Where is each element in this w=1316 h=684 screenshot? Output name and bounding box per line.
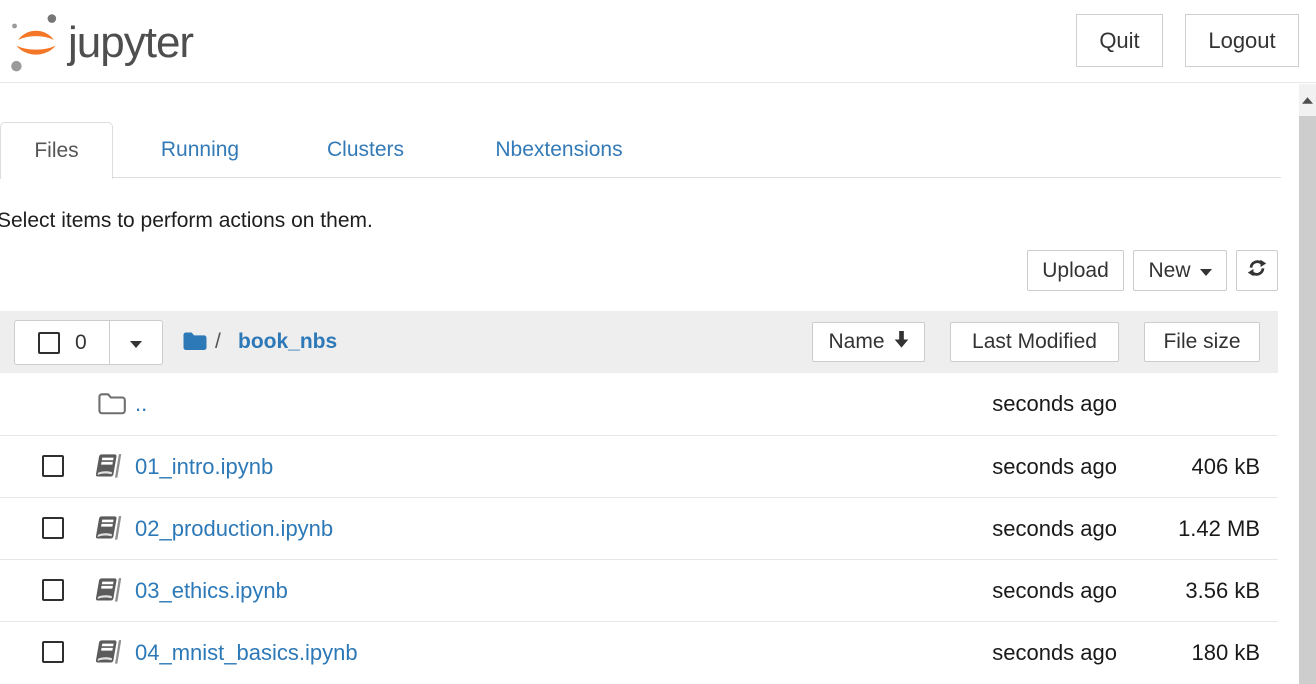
breadcrumb-separator: / [215, 311, 221, 373]
row-last-modified: seconds ago [877, 498, 1117, 560]
row-name-link[interactable]: 01_intro.ipynb [135, 436, 273, 498]
file-list-row: 03_ethics.ipynb seconds ago 3.56 kB [0, 559, 1278, 621]
file-list: .. seconds ago 01_intro.ipynb sec [0, 373, 1278, 683]
logo-wordmark: jupyter [68, 8, 193, 78]
jupyter-logo-icon [8, 4, 64, 81]
sort-name-label: Name [828, 330, 884, 354]
new-dropdown-label: New [1148, 259, 1190, 283]
row-name-link[interactable]: 02_production.ipynb [135, 498, 333, 560]
row-name-link[interactable]: 03_ethics.ipynb [135, 560, 288, 622]
row-name-link[interactable]: .. [135, 373, 147, 435]
scroll-up-button[interactable] [1299, 84, 1316, 116]
tab-files[interactable]: Files [0, 122, 113, 179]
file-list-row: .. seconds ago [0, 373, 1278, 435]
refresh-button[interactable] [1236, 250, 1278, 291]
select-all-checkbox[interactable] [38, 332, 60, 354]
row-file-size: 3.56 kB [1130, 560, 1260, 622]
navbar: jupyter Quit Logout [0, 0, 1316, 83]
upload-button[interactable]: Upload [1027, 250, 1124, 291]
row-last-modified: seconds ago [877, 436, 1117, 498]
tab-clusters[interactable]: Clusters [303, 122, 428, 178]
breadcrumb-root-folder-icon[interactable] [182, 331, 208, 357]
file-list-row: 04_mnist_basics.ipynb seconds ago 180 kB [0, 621, 1278, 683]
selected-count: 0 [75, 331, 87, 355]
notebook-icon [94, 515, 122, 546]
sort-by-last-modified-button[interactable]: Last Modified [950, 322, 1119, 362]
notebook-icon [94, 639, 122, 670]
row-name-link[interactable]: 04_mnist_basics.ipynb [135, 622, 358, 684]
row-file-size: 1.42 MB [1130, 498, 1260, 560]
caret-down-icon [130, 341, 142, 348]
chevron-up-icon [1302, 91, 1313, 109]
row-checkbox[interactable] [42, 455, 64, 477]
notebook-icon [94, 453, 122, 484]
vertical-scrollbar[interactable] [1299, 84, 1316, 684]
row-checkbox[interactable] [42, 579, 64, 601]
jupyter-file-browser: jupyter Quit Logout Files Running Cluste… [0, 0, 1316, 684]
row-file-size: 406 kB [1130, 436, 1260, 498]
row-last-modified: seconds ago [877, 622, 1117, 684]
file-list-row: 02_production.ipynb seconds ago 1.42 MB [0, 497, 1278, 559]
sort-by-file-size-button[interactable]: File size [1144, 322, 1260, 362]
tab-bar: Files Running Clusters Nbextensions [0, 122, 1281, 178]
breadcrumb-current-folder[interactable]: book_nbs [238, 311, 337, 373]
notebook-icon [94, 577, 122, 608]
logout-button[interactable]: Logout [1185, 14, 1299, 67]
refresh-icon [1247, 258, 1267, 284]
tab-running[interactable]: Running [137, 122, 263, 178]
file-list-header: 0 / book_nbs Name Last Modified File siz… [0, 311, 1278, 373]
select-filter-dropdown-button[interactable] [109, 320, 163, 365]
jupyter-logo[interactable]: jupyter [8, 4, 193, 81]
file-list-row: 01_intro.ipynb seconds ago 406 kB [0, 435, 1278, 497]
new-dropdown-button[interactable]: New [1133, 250, 1227, 291]
select-all-button[interactable]: 0 [14, 320, 110, 365]
row-last-modified: seconds ago [877, 373, 1117, 435]
quit-button[interactable]: Quit [1076, 14, 1163, 67]
row-file-size: 180 kB [1130, 622, 1260, 684]
parent-folder-icon [97, 392, 127, 421]
sort-by-name-button[interactable]: Name [812, 322, 925, 362]
row-checkbox[interactable] [42, 641, 64, 663]
select-button-group: 0 [14, 320, 163, 365]
row-checkbox[interactable] [42, 517, 64, 539]
row-last-modified: seconds ago [877, 560, 1117, 622]
tab-nbextensions[interactable]: Nbextensions [465, 122, 653, 178]
arrow-down-icon [894, 330, 909, 354]
select-items-hint: Select items to perform actions on them. [0, 209, 373, 233]
caret-down-icon [1200, 269, 1212, 276]
